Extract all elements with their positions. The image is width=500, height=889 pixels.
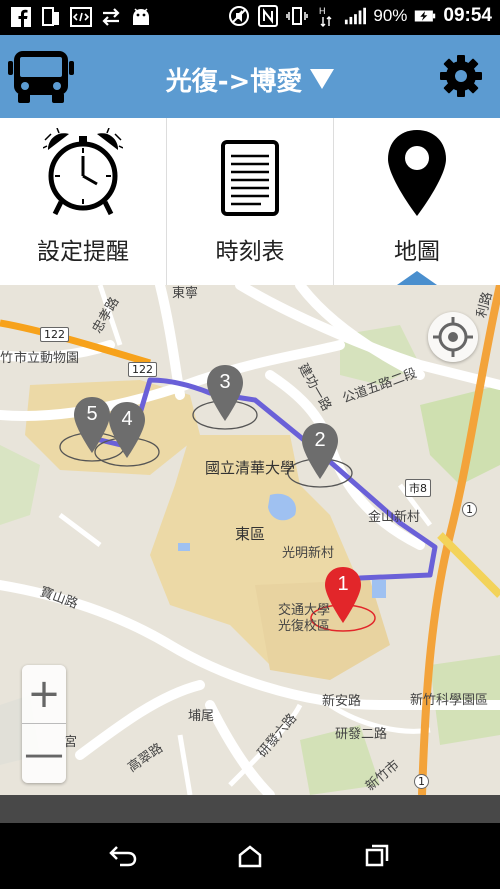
marker-number: 3	[219, 371, 231, 393]
selected-tab-indicator	[397, 271, 437, 285]
marker-number: 4	[121, 408, 133, 430]
label-east: 東寧	[172, 286, 199, 301]
tab-map-label: 地圖	[394, 239, 440, 265]
tab-reminder-label: 設定提醒	[37, 239, 129, 265]
timetable-icon	[221, 140, 279, 216]
nfc-icon	[257, 5, 279, 27]
vibrate-icon	[286, 5, 309, 27]
mute-icon	[228, 5, 250, 27]
gear-icon[interactable]	[440, 55, 482, 97]
label-puwei: 埔尾	[188, 709, 215, 724]
android-icon	[130, 6, 152, 28]
system-nav-bar	[0, 823, 500, 889]
recents-button[interactable]	[357, 836, 397, 876]
data-icon: H	[315, 5, 337, 27]
back-button[interactable]	[103, 836, 143, 876]
facebook-icon	[10, 6, 32, 28]
tab-reminder[interactable]: 設定提醒	[0, 118, 167, 285]
recents-icon	[365, 844, 388, 867]
map-pin-icon	[388, 130, 446, 216]
back-icon	[109, 846, 137, 867]
label-district: 東區	[235, 525, 266, 543]
label-guangming: 光明新村	[282, 546, 335, 561]
route-selector[interactable]: 光復->博愛	[0, 61, 500, 98]
code-icon	[70, 6, 92, 28]
alarm-clock-icon	[43, 128, 123, 216]
label-zoo-prefix: 竹	[0, 351, 14, 366]
home-button[interactable]	[230, 836, 270, 876]
marker-number: 1	[337, 573, 349, 595]
shield-route-122a: 122	[40, 327, 69, 342]
map-attribution-strip	[0, 795, 500, 823]
signal-icon	[344, 5, 367, 27]
tab-timetable[interactable]: 時刻表	[167, 118, 334, 285]
battery-charging-icon	[414, 5, 436, 27]
zoom-out-button[interactable]: —	[22, 724, 66, 783]
marker-number: 5	[86, 403, 98, 425]
marker-number: 2	[314, 429, 326, 451]
svg-text:H: H	[319, 6, 326, 16]
tab-map[interactable]: 地圖	[334, 118, 500, 285]
shield-route-1b: 1	[414, 774, 429, 789]
label-jinshan: 金山新村	[368, 510, 421, 525]
route-title: 光復->博愛	[165, 67, 303, 97]
bus-stop-marker-selected[interactable]: 1	[323, 565, 363, 625]
bus-stop-marker[interactable]: 5	[72, 395, 112, 455]
my-location-button[interactable]	[428, 312, 478, 362]
tablet-icon	[40, 6, 62, 28]
dropdown-caret-icon	[310, 69, 335, 89]
shield-city-8: 市8	[405, 479, 431, 497]
label-science-park: 新竹科學園區	[410, 693, 489, 708]
zoom-in-button[interactable]: +	[22, 665, 66, 724]
map-view[interactable]: 竹 市立動物園 公道五路二段 建功一路 國立清華大學 東區 光明新村 金山新村 …	[0, 285, 500, 795]
label-xinan: 新安路	[322, 694, 362, 709]
crosshair-icon	[433, 317, 473, 357]
app-bar: 光復->博愛	[0, 35, 500, 118]
clock: 09:54	[443, 5, 492, 26]
label-zoo: 市立動物園	[14, 351, 80, 366]
bus-stop-marker[interactable]: 3	[205, 363, 245, 423]
tab-bar: 設定提醒 時刻表 地圖	[0, 118, 500, 285]
zoom-controls: + —	[22, 665, 66, 783]
home-icon	[238, 845, 262, 868]
transfer-icon	[100, 6, 122, 28]
bus-stop-marker[interactable]: 4	[107, 400, 147, 460]
status-bar: H 90% 09:54	[0, 0, 500, 35]
label-yanfa: 研發二路	[335, 727, 388, 742]
bus-stop-marker[interactable]: 2	[300, 421, 340, 481]
shield-route-122b: 122	[128, 362, 157, 377]
shield-route-1a: 1	[462, 502, 477, 517]
tab-timetable-label: 時刻表	[215, 239, 285, 265]
label-nthu: 國立清華大學	[205, 459, 296, 477]
battery-percent: 90%	[373, 6, 408, 25]
